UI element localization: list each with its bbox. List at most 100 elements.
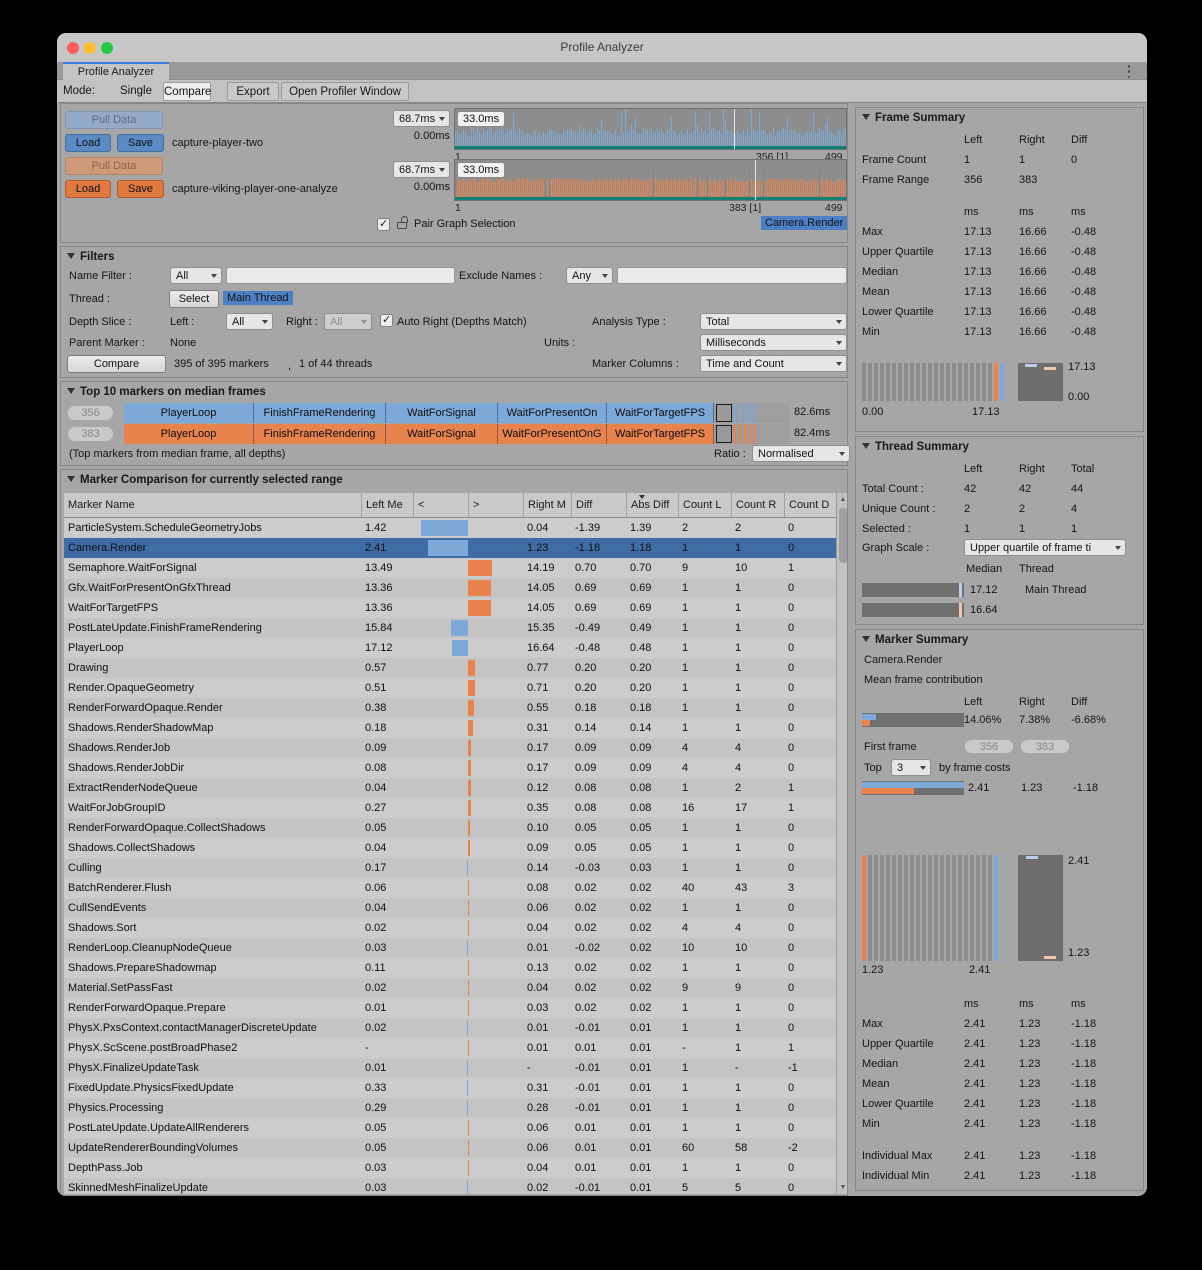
table-row[interactable]: Gfx.WaitForPresentOnGfxThread13.3614.050… bbox=[64, 578, 836, 598]
top10-segment[interactable]: FinishFrameRendering bbox=[254, 424, 386, 444]
scroll-down-icon[interactable]: ▼ bbox=[837, 1184, 848, 1191]
frame-summary-boxplot[interactable] bbox=[1018, 363, 1063, 401]
mode-compare-button[interactable]: Compare bbox=[163, 82, 211, 101]
table-row[interactable]: PostLateUpdate.FinishFrameRendering15.84… bbox=[64, 618, 836, 638]
table-row[interactable]: BatchRenderer.Flush0.060.080.020.0240433 bbox=[64, 878, 836, 898]
table-row[interactable]: Shadows.Sort0.020.040.020.02440 bbox=[64, 918, 836, 938]
thread-select-button[interactable]: Select bbox=[169, 290, 219, 308]
first-frame-right-chip[interactable]: 383 bbox=[1020, 739, 1070, 754]
collapse-frame-summary-icon[interactable] bbox=[862, 114, 870, 120]
column-header[interactable]: Left Me bbox=[361, 493, 413, 517]
scrollbar-thumb[interactable] bbox=[839, 508, 848, 563]
top10-right-frame-chip[interactable]: 383 bbox=[67, 426, 114, 442]
collapse-thread-summary-icon[interactable] bbox=[862, 443, 870, 449]
auto-right-checkbox[interactable] bbox=[380, 314, 393, 327]
column-header[interactable]: > bbox=[468, 493, 523, 517]
top10-segment[interactable]: WaitForTargetFPS bbox=[607, 424, 714, 444]
table-row[interactable]: SkinnedMeshFinalizeUpdate0.030.02-0.010.… bbox=[64, 1178, 836, 1194]
table-row[interactable]: PlayerLoop17.1216.64-0.480.48110 bbox=[64, 638, 836, 658]
top-n-dropdown[interactable]: 3 bbox=[891, 759, 931, 776]
pull-data-left-button[interactable]: Pull Data bbox=[65, 111, 163, 129]
mode-export-button[interactable]: Export bbox=[227, 82, 279, 101]
compare-button[interactable]: Compare bbox=[67, 355, 166, 373]
range-scale-dropdown-right[interactable]: 68.7ms bbox=[393, 161, 450, 178]
collapse-comparison-icon[interactable] bbox=[67, 476, 75, 482]
ratio-dropdown[interactable]: Normalised bbox=[752, 445, 850, 462]
table-row[interactable]: PhysX.ScScene.postBroadPhase2-0.010.010.… bbox=[64, 1038, 836, 1058]
depth-left-dropdown[interactable]: All bbox=[226, 313, 273, 330]
table-row[interactable]: Shadows.PrepareShadowmap0.110.130.020.02… bbox=[64, 958, 836, 978]
top10-segment[interactable]: WaitForTargetFPS bbox=[607, 403, 714, 423]
column-header[interactable]: Diff bbox=[571, 493, 626, 517]
kebab-menu-icon[interactable] bbox=[1127, 65, 1131, 78]
table-row[interactable]: Render.OpaqueGeometry0.510.710.200.20110 bbox=[64, 678, 836, 698]
open-profiler-window-button[interactable]: Open Profiler Window bbox=[281, 82, 409, 101]
table-row[interactable]: FixedUpdate.PhysicsFixedUpdate0.330.31-0… bbox=[64, 1078, 836, 1098]
table-row[interactable]: RenderForwardOpaque.CollectShadows0.050.… bbox=[64, 818, 836, 838]
column-header[interactable]: < bbox=[413, 493, 468, 517]
save-right-button[interactable]: Save bbox=[117, 180, 164, 198]
table-row[interactable]: DepthPass.Job0.030.040.010.01110 bbox=[64, 1158, 836, 1178]
table-row[interactable]: RenderLoop.CleanupNodeQueue0.030.01-0.02… bbox=[64, 938, 836, 958]
save-left-button[interactable]: Save bbox=[117, 134, 164, 152]
range-scale-dropdown-left[interactable]: 68.7ms bbox=[393, 110, 450, 127]
frame-timeline-right[interactable]: 33.0ms bbox=[454, 159, 847, 201]
marker-line-badge-left[interactable]: 33.0ms bbox=[457, 111, 505, 127]
thread-median-bar[interactable] bbox=[862, 583, 964, 597]
tab-profile-analyzer[interactable]: Profile Analyzer bbox=[63, 62, 169, 80]
table-row[interactable]: ExtractRenderNodeQueue0.040.120.080.0812… bbox=[64, 778, 836, 798]
pair-graph-selection-checkbox[interactable] bbox=[377, 218, 390, 231]
mode-single-button[interactable]: Single bbox=[112, 82, 160, 101]
table-row[interactable]: Material.SetPassFast0.020.040.020.02990 bbox=[64, 978, 836, 998]
table-row[interactable]: WaitForJobGroupID0.270.350.080.0816171 bbox=[64, 798, 836, 818]
column-header[interactable]: Count R bbox=[731, 493, 784, 517]
column-header[interactable]: Marker Name bbox=[64, 493, 361, 517]
analysis-type-dropdown[interactable]: Total bbox=[700, 313, 847, 330]
table-row[interactable]: Shadows.RenderShadowMap0.180.310.140.141… bbox=[64, 718, 836, 738]
exclude-mode-dropdown[interactable]: Any bbox=[566, 267, 613, 284]
load-left-button[interactable]: Load bbox=[65, 134, 111, 152]
top10-left-bar[interactable]: PlayerLoopFinishFrameRenderingWaitForSig… bbox=[124, 403, 789, 423]
pull-data-right-button[interactable]: Pull Data bbox=[65, 157, 163, 175]
top10-segment[interactable]: WaitForPresentOn bbox=[498, 403, 607, 423]
top10-segment[interactable]: PlayerLoop bbox=[124, 424, 254, 444]
column-header[interactable]: Abs Diff bbox=[626, 493, 678, 517]
table-row[interactable]: Shadows.RenderJobDir0.080.170.090.09440 bbox=[64, 758, 836, 778]
frame-timeline-left[interactable]: 33.0ms bbox=[454, 108, 847, 150]
top10-left-frame-chip[interactable]: 356 bbox=[67, 405, 114, 421]
top10-segment[interactable]: PlayerLoop bbox=[124, 403, 254, 423]
comparison-scrollbar[interactable]: ▲ ▼ bbox=[836, 493, 848, 1194]
top10-selected-marker-box[interactable] bbox=[716, 425, 732, 443]
table-row[interactable]: CullSendEvents0.040.060.020.02110 bbox=[64, 898, 836, 918]
collapse-top10-icon[interactable] bbox=[67, 388, 75, 394]
table-row[interactable]: Physics.Processing0.290.28-0.010.01110 bbox=[64, 1098, 836, 1118]
selected-marker-chip[interactable]: Camera.Render bbox=[761, 216, 847, 230]
first-frame-left-chip[interactable]: 356 bbox=[964, 739, 1014, 754]
table-row[interactable]: Camera.Render2.411.23-1.181.18110 bbox=[64, 538, 836, 558]
thread-median-bar[interactable] bbox=[862, 603, 964, 617]
column-header[interactable]: Right M bbox=[523, 493, 571, 517]
table-row[interactable]: Semaphore.WaitForSignal13.4914.190.700.7… bbox=[64, 558, 836, 578]
collapse-filters-icon[interactable] bbox=[67, 253, 75, 259]
table-row[interactable]: Shadows.RenderJob0.090.170.090.09440 bbox=[64, 738, 836, 758]
top10-right-bar[interactable]: PlayerLoopFinishFrameRenderingWaitForSig… bbox=[124, 424, 789, 444]
graph-scale-dropdown[interactable]: Upper quartile of frame ti bbox=[964, 539, 1126, 556]
top10-segment[interactable]: WaitForSignal bbox=[386, 403, 498, 423]
column-header[interactable]: Count L bbox=[678, 493, 731, 517]
table-row[interactable]: Culling0.170.14-0.030.03110 bbox=[64, 858, 836, 878]
top10-selected-marker-box[interactable] bbox=[716, 404, 732, 422]
table-row[interactable]: PostLateUpdate.UpdateAllRenderers0.050.0… bbox=[64, 1118, 836, 1138]
collapse-marker-summary-icon[interactable] bbox=[862, 636, 870, 642]
table-row[interactable]: ParticleSystem.ScheduleGeometryJobs1.420… bbox=[64, 518, 836, 538]
name-filter-mode-dropdown[interactable]: All bbox=[170, 267, 222, 284]
load-right-button[interactable]: Load bbox=[65, 180, 111, 198]
marker-line-badge-right[interactable]: 33.0ms bbox=[457, 162, 505, 178]
marker-columns-dropdown[interactable]: Time and Count bbox=[700, 355, 847, 372]
marker-summary-histogram[interactable] bbox=[862, 855, 1008, 961]
table-row[interactable]: WaitForTargetFPS13.3614.050.690.69110 bbox=[64, 598, 836, 618]
table-row[interactable]: Shadows.CollectShadows0.040.090.050.0511… bbox=[64, 838, 836, 858]
top10-segment[interactable]: FinishFrameRendering bbox=[254, 403, 386, 423]
name-filter-input[interactable] bbox=[226, 267, 455, 284]
scroll-up-icon[interactable]: ▲ bbox=[837, 496, 848, 503]
column-header[interactable]: Count D bbox=[784, 493, 836, 517]
